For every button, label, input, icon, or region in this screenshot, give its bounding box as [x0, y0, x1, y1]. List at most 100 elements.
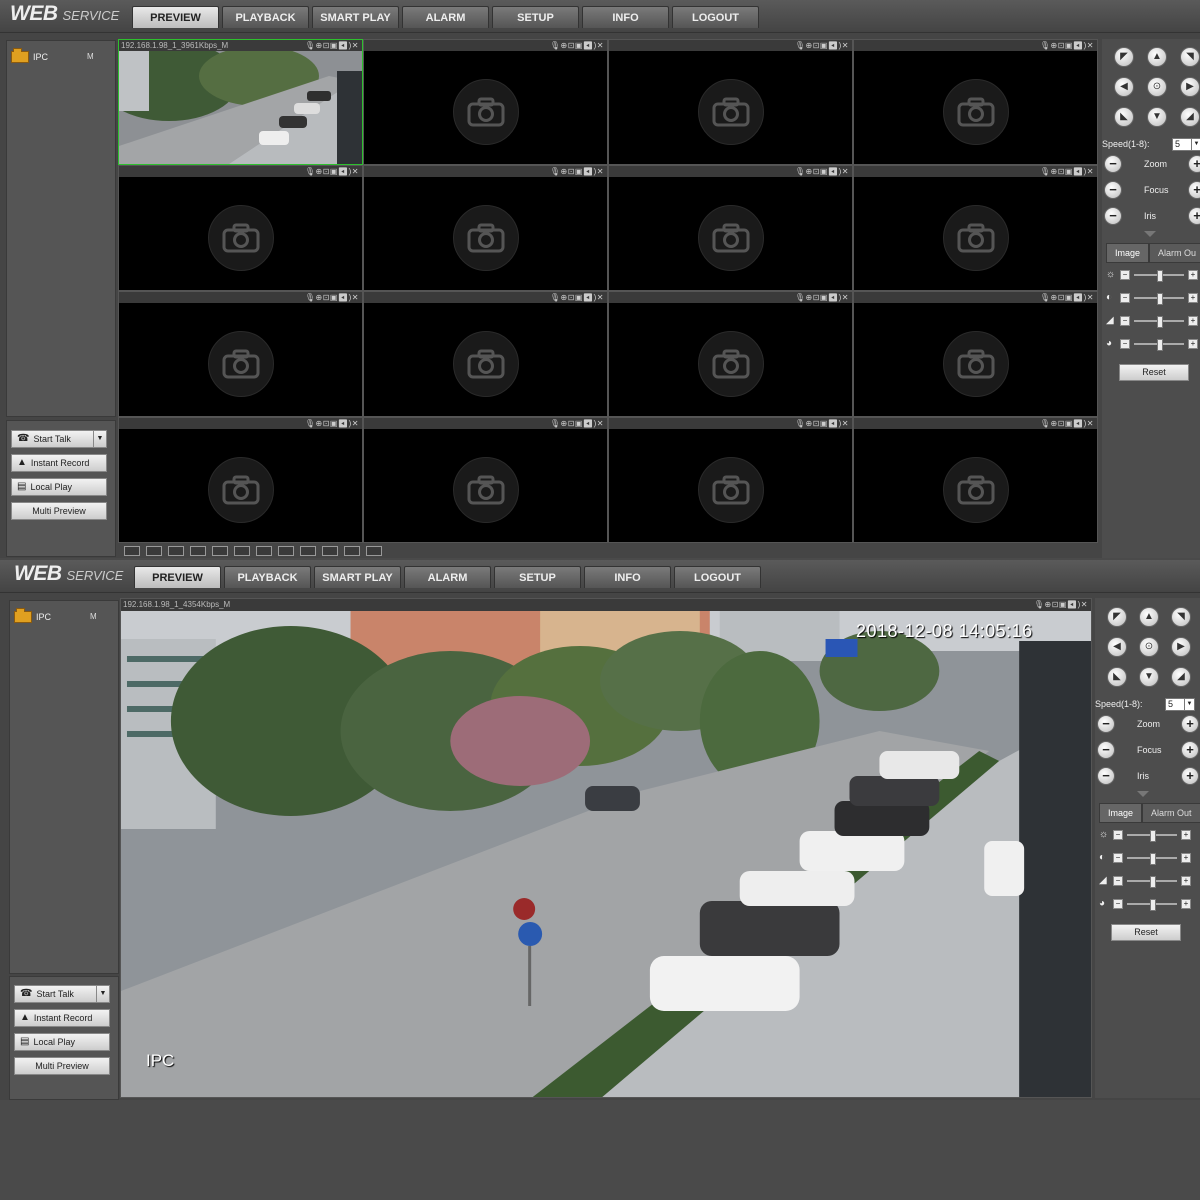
slider-thumb[interactable]	[1150, 899, 1156, 911]
slider-track[interactable]	[1134, 270, 1184, 282]
layout-8-icon[interactable]	[300, 546, 316, 556]
tab-smart-play[interactable]: SMART PLAY	[314, 566, 401, 588]
video-cell[interactable]: 🎙⊕⊡▣◀)✕	[853, 39, 1098, 165]
tab-logout[interactable]: LOGOUT	[672, 6, 759, 28]
video-cell[interactable]: 192.168.1.98_1_3961Kbps_M 🎙⊕⊡▣◀)✕	[118, 39, 363, 165]
video-cell[interactable]: 🎙⊕⊡▣◀)✕	[363, 417, 608, 543]
cell-toolbar[interactable]: 🎙⊕⊡▣◀)✕	[305, 292, 359, 303]
focus-plus-button[interactable]: +	[1188, 181, 1200, 199]
video-cell[interactable]: 🎙⊕⊡▣◀)✕	[363, 165, 608, 291]
stream-type[interactable]: M	[90, 612, 97, 621]
speed-select[interactable]: 5 ▼	[1172, 138, 1200, 151]
video-cell[interactable]: 🎙⊕⊡▣◀)✕	[363, 291, 608, 417]
ptz-down-right-button[interactable]: ◢	[1171, 667, 1191, 687]
cell-toolbar[interactable]: 🎙⊕⊡▣◀)✕	[1040, 292, 1094, 303]
video-cell[interactable]: 🎙⊕⊡▣◀)✕	[853, 165, 1098, 291]
layout-6-icon[interactable]	[278, 546, 294, 556]
tab-preview[interactable]: PREVIEW	[132, 6, 219, 28]
focus-minus-button[interactable]: −	[1104, 181, 1122, 199]
ptz-right-button[interactable]: ▶	[1171, 637, 1191, 657]
cell-toolbar[interactable]: 🎙⊕⊡▣◀)✕	[1040, 418, 1094, 429]
tab-logout[interactable]: LOGOUT	[674, 566, 761, 588]
slider-increase-button[interactable]: +	[1181, 899, 1191, 909]
layout-16-icon[interactable]	[344, 546, 360, 556]
tab-info[interactable]: INFO	[582, 6, 669, 28]
slider-thumb[interactable]	[1157, 270, 1163, 282]
tab-alarm-out[interactable]: Alarm Out	[1142, 803, 1200, 823]
slider-decrease-button[interactable]: −	[1120, 293, 1130, 303]
iris-minus-button[interactable]: −	[1104, 207, 1122, 225]
layout-4-icon[interactable]	[256, 546, 272, 556]
device-item[interactable]: IPC	[14, 608, 51, 623]
ptz-down-button[interactable]: ▼	[1139, 667, 1159, 687]
slider-increase-button[interactable]: +	[1188, 339, 1198, 349]
reset-button[interactable]: Reset	[1111, 924, 1181, 941]
local-play-button[interactable]: ▤ Local Play	[11, 478, 107, 496]
layout-1x1-icon[interactable]	[234, 546, 250, 556]
reset-button[interactable]: Reset	[1119, 364, 1189, 381]
slider-decrease-button[interactable]: −	[1113, 876, 1123, 886]
layout-fit-icon[interactable]	[190, 546, 206, 556]
slider-increase-button[interactable]: +	[1181, 876, 1191, 886]
multi-preview-button[interactable]: Multi Preview	[14, 1057, 110, 1075]
ptz-up-left-button[interactable]: ◤	[1114, 47, 1134, 67]
tab-setup[interactable]: SETUP	[494, 566, 581, 588]
slider-track[interactable]	[1134, 316, 1184, 328]
video-player[interactable]: 192.168.1.98_1_4354Kbps_M 🎙⊕⊡▣◀)✕ 2018-1…	[120, 598, 1092, 1098]
speed-select[interactable]: 5 ▼	[1165, 698, 1195, 711]
tab-image[interactable]: Image	[1106, 243, 1150, 263]
cell-toolbar[interactable]: 🎙⊕⊡▣◀)✕	[550, 166, 604, 177]
layout-fullscreen-icon[interactable]	[124, 546, 140, 556]
slider-decrease-button[interactable]: −	[1113, 853, 1123, 863]
chevron-down-icon[interactable]: ▼	[93, 431, 106, 447]
slider-thumb[interactable]	[1150, 876, 1156, 888]
zoom-minus-button[interactable]: −	[1104, 155, 1122, 173]
tab-alarm[interactable]: ALARM	[404, 566, 491, 588]
cell-toolbar[interactable]: 🎙⊕⊡▣◀)✕	[550, 418, 604, 429]
zoom-plus-button[interactable]: +	[1188, 155, 1200, 173]
layout-2-icon[interactable]	[212, 546, 228, 556]
cell-toolbar[interactable]: 🎙⊕⊡▣◀)✕	[305, 166, 359, 177]
slider-decrease-button[interactable]: −	[1113, 830, 1123, 840]
zoom-minus-button[interactable]: −	[1097, 715, 1115, 733]
slider-decrease-button[interactable]: −	[1120, 316, 1130, 326]
local-play-button[interactable]: ▤ Local Play	[14, 1033, 110, 1051]
ptz-up-button[interactable]: ▲	[1139, 607, 1159, 627]
cell-toolbar[interactable]: 🎙⊕⊡▣◀)✕	[305, 40, 359, 51]
ptz-left-button[interactable]: ◀	[1107, 637, 1127, 657]
cell-toolbar[interactable]: 🎙⊕⊡▣◀)✕	[550, 292, 604, 303]
layout-ratio-icon[interactable]	[168, 546, 184, 556]
slider-track[interactable]	[1127, 853, 1177, 865]
tab-playback[interactable]: PLAYBACK	[224, 566, 311, 588]
slider-track[interactable]	[1127, 876, 1177, 888]
focus-plus-button[interactable]: +	[1181, 741, 1199, 759]
ptz-center-button[interactable]: ⊙	[1139, 637, 1159, 657]
start-talk-button[interactable]: ☎ Start Talk ▼	[11, 430, 107, 448]
ptz-down-right-button[interactable]: ◢	[1180, 107, 1200, 127]
layout-9-icon[interactable]	[322, 546, 338, 556]
layout-25-icon[interactable]	[366, 546, 382, 556]
ptz-up-left-button[interactable]: ◤	[1107, 607, 1127, 627]
device-item[interactable]: IPC	[11, 48, 48, 63]
slider-decrease-button[interactable]: −	[1113, 899, 1123, 909]
ptz-center-button[interactable]: ⊙	[1147, 77, 1167, 97]
ptz-up-button[interactable]: ▲	[1147, 47, 1167, 67]
tab-alarm[interactable]: ALARM	[402, 6, 489, 28]
video-cell[interactable]: 🎙⊕⊡▣◀)✕	[363, 39, 608, 165]
multi-preview-button[interactable]: Multi Preview	[11, 502, 107, 520]
instant-record-button[interactable]: ▲ Instant Record	[11, 454, 107, 472]
layout-1-icon[interactable]	[146, 546, 162, 556]
cell-toolbar[interactable]: 🎙⊕⊡▣◀)✕	[795, 418, 849, 429]
video-cell[interactable]: 🎙⊕⊡▣◀)✕	[608, 291, 853, 417]
chevron-down-icon[interactable]: ▼	[96, 986, 109, 1002]
slider-thumb[interactable]	[1157, 339, 1163, 351]
tab-image[interactable]: Image	[1099, 803, 1143, 823]
tab-playback[interactable]: PLAYBACK	[222, 6, 309, 28]
video-cell[interactable]: 🎙⊕⊡▣◀)✕	[853, 417, 1098, 543]
video-cell[interactable]: 🎙⊕⊡▣◀)✕	[608, 417, 853, 543]
tab-setup[interactable]: SETUP	[492, 6, 579, 28]
cell-toolbar[interactable]: 🎙⊕⊡▣◀)✕	[550, 40, 604, 51]
tab-alarm-out[interactable]: Alarm Ou	[1149, 243, 1200, 263]
video-cell[interactable]: 🎙⊕⊡▣◀)✕	[118, 417, 363, 543]
slider-track[interactable]	[1127, 830, 1177, 842]
